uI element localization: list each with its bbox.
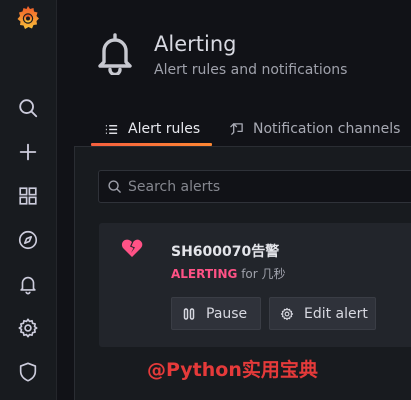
list-icon — [105, 124, 118, 134]
bell-icon[interactable] — [15, 271, 41, 297]
search-input[interactable] — [128, 178, 408, 195]
tab-notification-channels-label: Notification channels — [253, 121, 401, 137]
alert-rule-state: ALERTING for 几秒 — [171, 265, 286, 282]
tab-notification-channels[interactable]: Notification channels — [229, 112, 400, 146]
alert-state-duration: for 几秒 — [237, 267, 286, 281]
tab-bar: Alert rules Notification channels — [57, 112, 411, 146]
pause-button-label: Pause — [206, 305, 248, 322]
tab-alert-rules[interactable]: Alert rules — [104, 112, 200, 146]
search-icon[interactable] — [15, 95, 41, 121]
alerting-bell-icon — [95, 31, 135, 77]
pause-button[interactable]: Pause — [171, 297, 261, 330]
cog-icon[interactable] — [15, 315, 41, 341]
plus-icon[interactable] — [15, 139, 41, 165]
sidebar — [0, 0, 57, 400]
shield-icon[interactable] — [15, 359, 41, 385]
compass-icon[interactable] — [15, 227, 41, 253]
edit-alert-button-label: Edit alert — [304, 305, 368, 322]
page-title: Alerting — [154, 32, 237, 56]
grafana-logo-icon[interactable] — [14, 4, 42, 32]
search-icon — [108, 180, 121, 193]
page-subtitle: Alert rules and notifications — [154, 62, 348, 78]
apps-icon[interactable] — [15, 183, 41, 209]
alert-state-badge: ALERTING — [171, 267, 238, 281]
comment-alt-share-icon — [230, 122, 243, 135]
cog-icon — [280, 307, 294, 320]
tab-alert-rules-label: Alert rules — [128, 121, 201, 137]
search-box — [98, 170, 411, 203]
pause-icon — [183, 307, 195, 320]
watermark-text: @Python实用宝典 — [147, 359, 318, 381]
alert-rule-name[interactable]: SH600070告警 — [171, 241, 279, 261]
edit-alert-button[interactable]: Edit alert — [269, 297, 376, 330]
heart-break-icon — [121, 238, 143, 258]
